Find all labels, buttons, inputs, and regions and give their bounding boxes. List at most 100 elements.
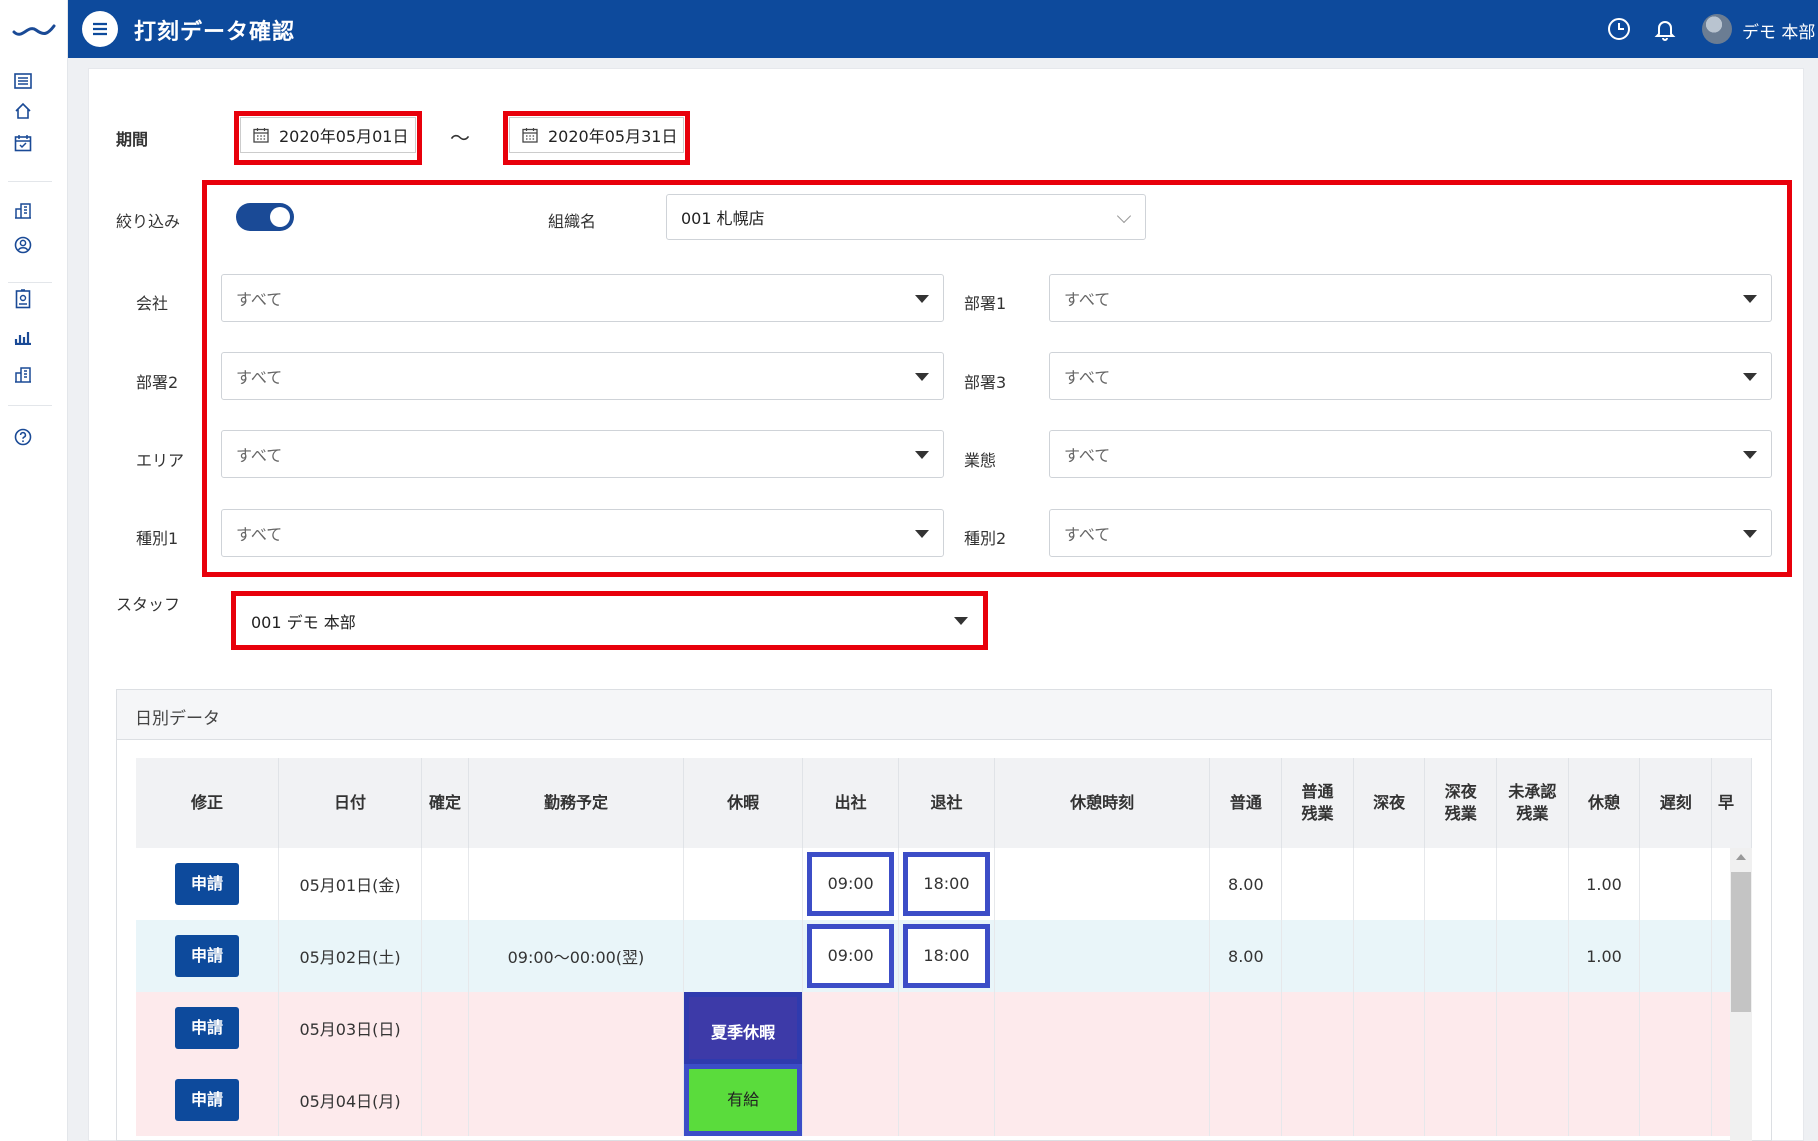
business-type-select[interactable]: すべて	[1049, 430, 1772, 478]
list-icon[interactable]	[12, 70, 34, 92]
avatar[interactable]	[1702, 14, 1732, 44]
caret-down-icon	[1743, 451, 1757, 459]
toggle-knob	[270, 207, 290, 227]
col-header: 修正	[136, 758, 279, 848]
company-select[interactable]: すべて	[221, 274, 944, 322]
logo-icon[interactable]	[12, 18, 56, 40]
col-header: 普通 残業	[1281, 758, 1354, 848]
calendar-check-icon[interactable]	[12, 132, 34, 154]
caret-down-icon	[1743, 295, 1757, 303]
date-cell: 05月04日(月)	[278, 1064, 423, 1136]
normal-hours-cell: 8.00	[1209, 920, 1283, 992]
type2-select[interactable]: すべて	[1049, 509, 1772, 557]
confirm-cell[interactable]	[421, 992, 469, 1064]
dept3-select[interactable]: すべて	[1049, 352, 1772, 400]
type2-value: すべて	[1064, 525, 1111, 544]
break-hours-cell: 1.00	[1568, 920, 1641, 992]
company-value: すべて	[236, 290, 283, 309]
normal-hours-cell: 8.00	[1209, 848, 1283, 920]
bell-icon[interactable]	[1652, 16, 1678, 42]
break-hours-cell: 1.00	[1568, 848, 1641, 920]
building-icon[interactable]	[12, 200, 34, 222]
type2-label: 種別2	[964, 529, 1007, 548]
confirm-cell[interactable]	[421, 848, 469, 920]
help-icon[interactable]	[12, 426, 34, 448]
area-select[interactable]: すべて	[221, 430, 944, 478]
caret-down-icon	[915, 373, 929, 381]
table-scrollbar[interactable]	[1730, 848, 1752, 1141]
leave-cell	[683, 920, 804, 992]
start-date-field[interactable]: 2020年05月01日	[240, 117, 416, 153]
staff-label: スタッフ	[116, 595, 181, 614]
leave-badge[interactable]: 夏季休暇	[683, 992, 803, 1064]
menu-icon[interactable]	[82, 11, 118, 47]
table-row: 申請 05月04日(月) 有給	[136, 1064, 1752, 1136]
col-header: 深夜	[1353, 758, 1426, 848]
col-header: 退社	[898, 758, 995, 848]
clock-out-cell[interactable]: 18:00	[903, 924, 990, 988]
date-cell: 05月03日(日)	[278, 992, 423, 1064]
dept3-value: すべて	[1064, 368, 1111, 387]
dept1-select[interactable]: すべて	[1049, 274, 1772, 322]
period-separator: 〜	[450, 126, 470, 150]
clock-icon[interactable]	[1606, 16, 1632, 42]
end-date-field[interactable]: 2020年05月31日	[509, 117, 684, 153]
end-date-value: 2020年05月31日	[548, 127, 678, 146]
type1-value: すべて	[236, 525, 283, 544]
staff-select[interactable]: 001 デモ 本部	[237, 597, 982, 644]
break-time-cell	[994, 920, 1211, 992]
caret-down-icon	[1743, 373, 1757, 381]
confirm-cell[interactable]	[421, 920, 469, 992]
scroll-up-icon[interactable]	[1736, 854, 1746, 860]
org-label: 組織名	[548, 212, 597, 231]
page-title: 打刻データ確認	[134, 20, 296, 45]
clock-in-cell[interactable]: 09:00	[807, 852, 895, 916]
clock-out-cell[interactable]: 18:00	[903, 852, 990, 916]
date-cell: 05月01日(金)	[278, 848, 423, 920]
area-label: エリア	[136, 451, 185, 470]
daily-data-table: 修正 日付 確定 勤務予定 休暇 出社 退社 休憩時刻 普通 普通 残業 深夜 …	[136, 758, 1752, 1141]
apply-button[interactable]: 申請	[174, 935, 239, 977]
clock-in-cell[interactable]: 09:00	[807, 924, 895, 988]
schedule-cell	[468, 848, 684, 920]
filter-toggle[interactable]	[236, 203, 294, 231]
apply-button[interactable]: 申請	[174, 1007, 239, 1049]
org-select[interactable]: 001 札幌店	[666, 194, 1146, 240]
type1-select[interactable]: すべて	[221, 509, 944, 557]
col-header: 早	[1711, 758, 1752, 848]
table-row: 申請 05月01日(金) 09:00 18:00 8.00 1.00	[136, 848, 1752, 920]
dept2-label: 部署2	[136, 373, 179, 392]
top-bar: 打刻データ確認 デモ 本部	[68, 0, 1818, 58]
confirm-cell[interactable]	[421, 1064, 469, 1136]
dept2-select[interactable]: すべて	[221, 352, 944, 400]
leave-badge[interactable]: 有給	[683, 1064, 803, 1136]
col-header: 深夜 残業	[1424, 758, 1498, 848]
rail-divider	[8, 282, 52, 283]
break-time-cell	[994, 848, 1211, 920]
daily-data-title: 日別データ	[117, 690, 1771, 740]
col-header: 日付	[278, 758, 423, 848]
home-icon[interactable]	[12, 100, 34, 122]
caret-down-icon	[915, 295, 929, 303]
col-header: 出社	[802, 758, 900, 848]
building2-icon[interactable]	[12, 364, 34, 386]
col-header: 遅刻	[1639, 758, 1713, 848]
schedule-cell: 09:00〜00:00(翌)	[468, 920, 684, 992]
col-header: 休暇	[683, 758, 804, 848]
start-date-value: 2020年05月01日	[279, 127, 409, 146]
filter-label: 絞り込み	[116, 212, 181, 231]
type1-label: 種別1	[136, 529, 179, 548]
chevron-down-icon	[1116, 208, 1132, 224]
user-name[interactable]: デモ 本部	[1742, 18, 1815, 43]
apply-button[interactable]: 申請	[174, 863, 239, 905]
user-circle-icon[interactable]	[12, 234, 34, 256]
scroll-thumb[interactable]	[1731, 872, 1751, 1012]
caret-down-icon	[915, 451, 929, 459]
date-cell: 05月02日(土)	[278, 920, 423, 992]
apply-button[interactable]: 申請	[174, 1079, 239, 1121]
badge-icon[interactable]	[12, 288, 34, 310]
bar-chart-icon[interactable]	[12, 326, 34, 348]
col-header: 普通	[1209, 758, 1283, 848]
caret-down-icon	[1743, 530, 1757, 538]
calendar-icon	[253, 128, 269, 143]
